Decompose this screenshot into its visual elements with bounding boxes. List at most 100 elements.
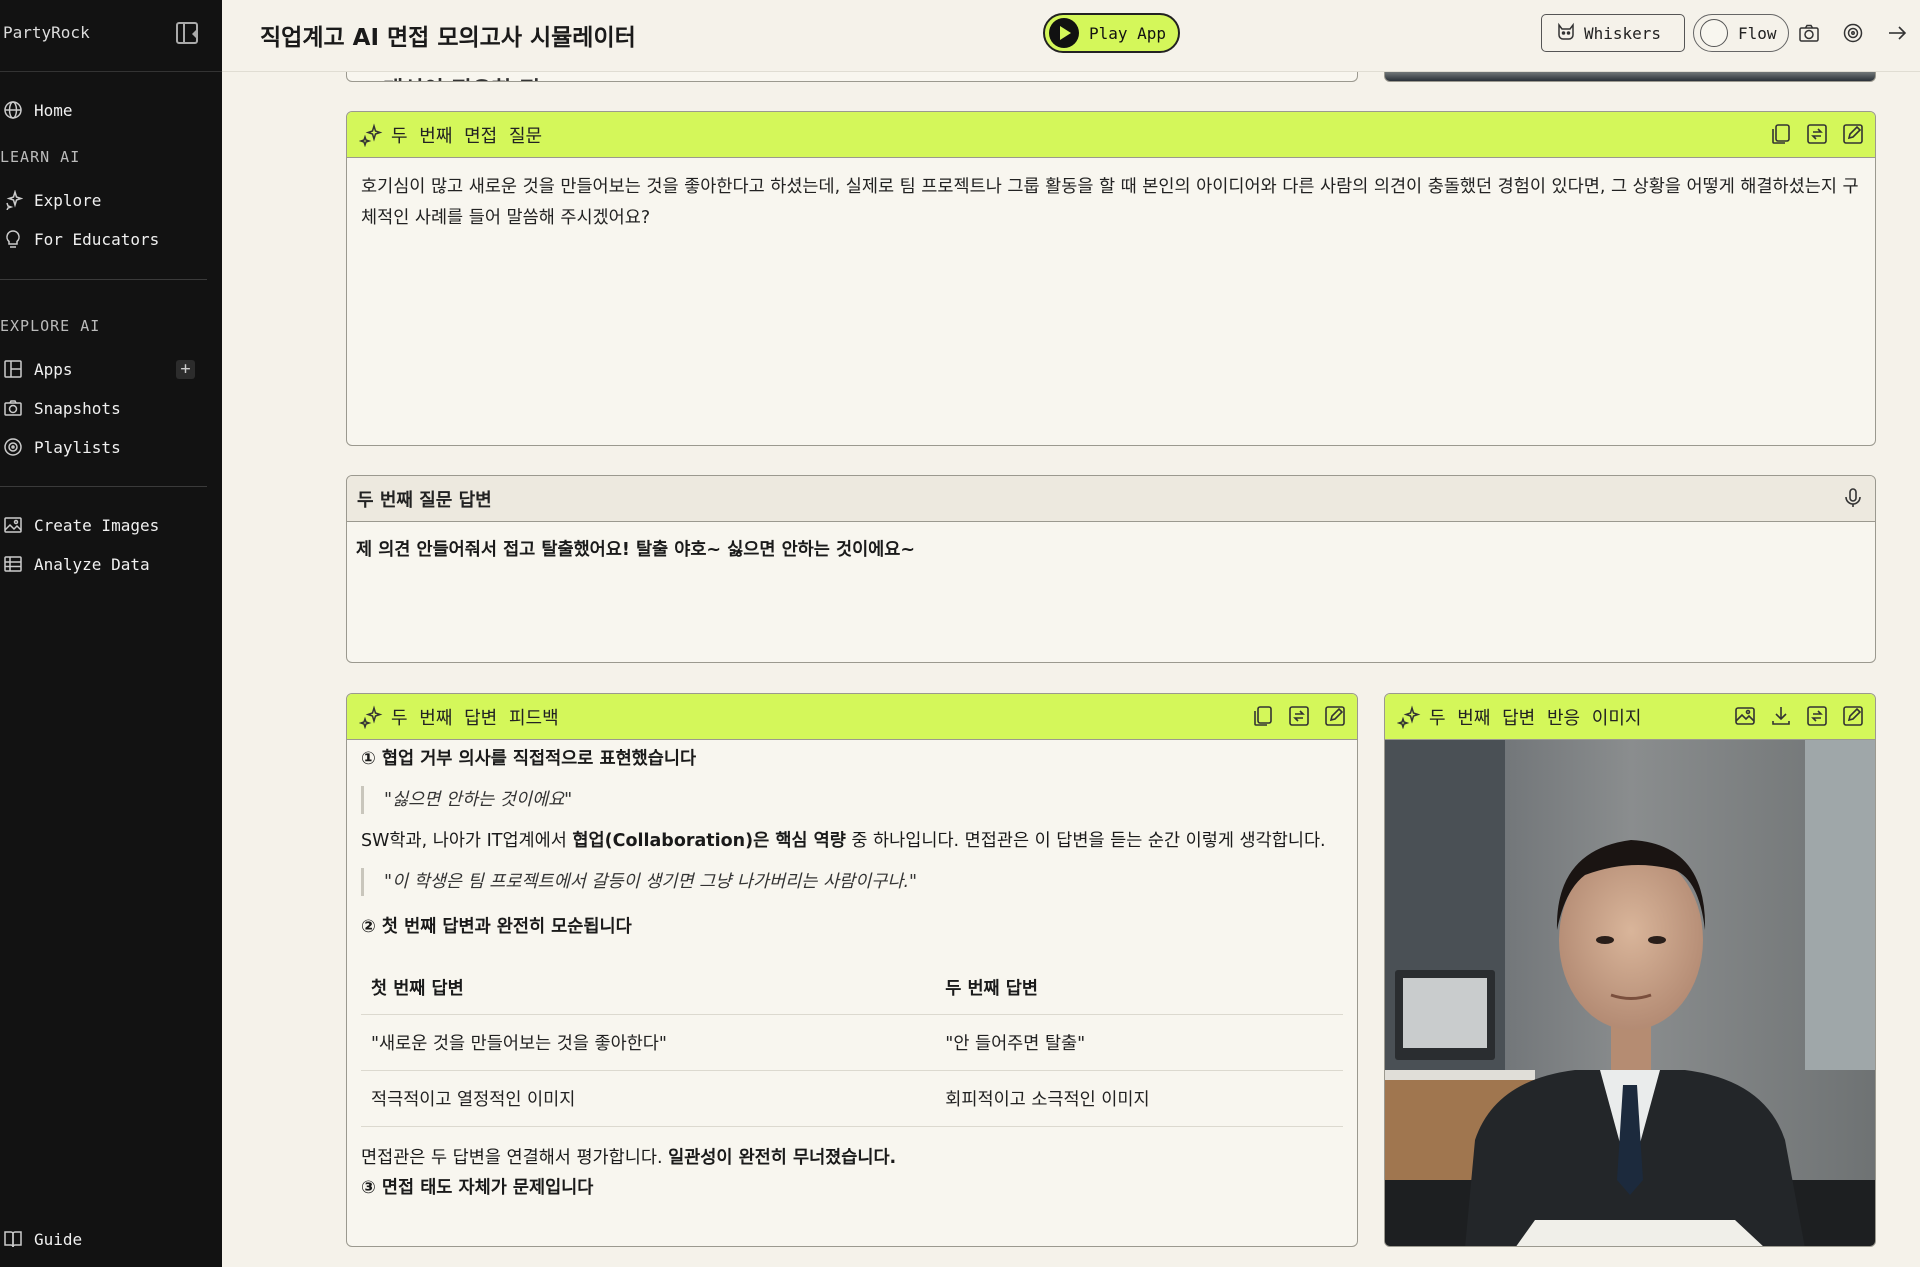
copy-icon[interactable] bbox=[1769, 122, 1793, 146]
sidebar-item-label: Analyze Data bbox=[34, 554, 150, 574]
sidebar-item-analyze-data[interactable]: Analyze Data bbox=[0, 550, 205, 578]
table-row: "새로운 것을 만들어보는 것을 좋아한다" "안 들어주면 탈출" bbox=[361, 1014, 1343, 1071]
table-cell: 적극적이고 열정적인 이미지 bbox=[361, 1070, 936, 1127]
whiskers-button[interactable]: Whiskers bbox=[1541, 14, 1685, 52]
image-sparkle-icon bbox=[2, 514, 24, 536]
download-icon[interactable] bbox=[1769, 704, 1793, 728]
sidebar-item-label: Playlists bbox=[34, 437, 121, 457]
edit-icon[interactable] bbox=[1841, 122, 1865, 146]
learn-ai-heading: LEARN AI bbox=[0, 148, 81, 166]
sidebar-divider bbox=[0, 71, 222, 72]
panel-actions bbox=[1251, 704, 1347, 728]
book-icon bbox=[2, 1228, 24, 1250]
regenerate-icon[interactable] bbox=[1805, 122, 1829, 146]
table-cell: "새로운 것을 만들어보는 것을 좋아한다" bbox=[361, 1014, 936, 1071]
text-bold: 협업(Collaboration)은 핵심 역량 bbox=[572, 831, 846, 851]
sidebar-item-label: Guide bbox=[34, 1229, 83, 1249]
sidebar-item-label: Home bbox=[34, 100, 73, 120]
panel-title: 두 번째 면접 질문 bbox=[391, 125, 543, 147]
panel-title: 두 번째 답변 반응 이미지 bbox=[1429, 707, 1642, 729]
text-span: 중 하나입니다. 면접관은 이 답변을 듣는 순간 이렇게 생각합니다. bbox=[845, 831, 1326, 851]
sidebar-divider bbox=[0, 486, 207, 487]
panel-header: 두 번째 질문 답변 bbox=[347, 476, 1875, 522]
sidebar-item-label: Apps bbox=[34, 359, 73, 379]
table-row: 적극적이고 열정적인 이미지 회피적이고 소극적인 이미지 bbox=[361, 1070, 1343, 1127]
sidebar-item-home[interactable]: Home bbox=[0, 96, 205, 124]
feedback-content: ① 협업 거부 의사를 직접적으로 표현했습니다 "싫으면 안하는 것이에요" … bbox=[347, 740, 1357, 1207]
play-icon bbox=[1049, 18, 1079, 48]
feedback-quote: "이 학생은 팀 프로젝트에서 갈등이 생기면 그냥 나가버리는 사람이구나." bbox=[361, 868, 1343, 896]
sidebar: PartyRock Home LEARN AI Explore For Educ… bbox=[0, 0, 222, 1267]
edit-icon[interactable] bbox=[1323, 704, 1347, 728]
sidebar-item-label: Explore bbox=[34, 190, 102, 210]
play-app-label: Play App bbox=[1089, 23, 1167, 43]
sparkle-icon bbox=[1396, 704, 1421, 729]
add-app-button[interactable]: + bbox=[176, 360, 195, 379]
lightbulb-icon bbox=[2, 228, 24, 250]
panel-actions bbox=[1841, 486, 1865, 510]
feedback-heading: ① 협업 거부 의사를 직접적으로 표현했습니다 bbox=[361, 749, 697, 769]
sidebar-item-playlists[interactable]: Playlists bbox=[0, 433, 205, 461]
play-app-button[interactable]: Play App bbox=[1043, 13, 1180, 53]
sidebar-item-snapshots[interactable]: Snapshots bbox=[0, 394, 205, 422]
feedback-paragraph: SW학과, 나아가 IT업계에서 협업(Collaboration)은 핵심 역… bbox=[361, 826, 1343, 856]
playlist-icon[interactable] bbox=[1842, 22, 1864, 44]
panel-actions bbox=[1733, 704, 1865, 728]
feedback-quote: "싫으면 안하는 것이에요" bbox=[361, 786, 1343, 814]
flow-label: Flow bbox=[1738, 23, 1777, 43]
sidebar-item-apps[interactable]: Apps bbox=[0, 355, 205, 383]
table-cell: "안 들어주면 탈출" bbox=[935, 1014, 1343, 1071]
collapse-sidebar-icon[interactable] bbox=[176, 22, 198, 44]
toggle-knob bbox=[1700, 19, 1728, 47]
sidebar-item-guide[interactable]: Guide bbox=[0, 1225, 205, 1253]
regenerate-icon[interactable] bbox=[1287, 704, 1311, 728]
answer-input[interactable]: 제 의견 안들어줘서 접고 탈출했어요! 탈출 야호~ 싫으면 안하는 것이에요… bbox=[347, 522, 1875, 575]
feedback-heading: ② 첫 번째 답변과 완전히 모순됩니다 bbox=[361, 917, 632, 937]
sidebar-item-label: Create Images bbox=[34, 515, 160, 535]
feedback-panel: 두 번째 답변 피드백 ① 협업 거부 의사를 직접적으로 표현했습니다 "싫으… bbox=[346, 693, 1358, 1247]
cat-icon bbox=[1556, 21, 1576, 45]
brand-logo[interactable]: PartyRock bbox=[3, 23, 90, 42]
layout-icon bbox=[2, 358, 24, 380]
whiskers-label: Whiskers bbox=[1584, 23, 1662, 43]
page-title: 직업계고 AI 면접 모의고사 시뮬레이터 bbox=[260, 25, 636, 51]
table-header: 첫 번째 답변 bbox=[361, 962, 936, 1015]
feedback-paragraph: 면접관은 두 답변을 연결해서 평가합니다. 일관성이 완전히 무너졌습니다. bbox=[361, 1143, 1343, 1173]
image-edit-icon[interactable] bbox=[1733, 704, 1757, 728]
sidebar-item-label: For Educators bbox=[34, 229, 160, 249]
flow-toggle[interactable]: Flow bbox=[1693, 14, 1789, 52]
comparison-table: 첫 번째 답변 두 번째 답변 "새로운 것을 만들어보는 것을 좋아한다" "… bbox=[361, 962, 1343, 1127]
sidebar-item-educators[interactable]: For Educators bbox=[0, 225, 205, 253]
table-cell: 회피적이고 소극적인 이미지 bbox=[935, 1070, 1343, 1127]
sidebar-item-explore[interactable]: Explore bbox=[0, 186, 205, 214]
copy-icon[interactable] bbox=[1251, 704, 1275, 728]
sparkle-icon bbox=[358, 704, 383, 729]
edit-icon[interactable] bbox=[1841, 704, 1865, 728]
camera-icon[interactable] bbox=[1798, 22, 1820, 44]
camera-icon bbox=[2, 397, 24, 419]
panel-title: 두 번째 답변 피드백 bbox=[391, 707, 559, 729]
sidebar-item-create-images[interactable]: Create Images bbox=[0, 511, 205, 539]
clipped-heading: 개선이 필요한 점 bbox=[383, 72, 540, 81]
table-icon bbox=[2, 553, 24, 575]
table-header: 두 번째 답변 bbox=[935, 962, 1343, 1015]
sparkle-icon bbox=[358, 122, 383, 147]
answer-panel: 두 번째 질문 답변 제 의견 안들어줘서 접고 탈출했어요! 탈출 야호~ 싫… bbox=[346, 475, 1876, 663]
panel-header: 두 번째 면접 질문 bbox=[347, 112, 1875, 158]
question-panel: 두 번째 면접 질문 호기심이 많고 새로운 것을 만들어보는 것을 좋아한다고… bbox=[346, 111, 1876, 446]
question-text: 호기심이 많고 새로운 것을 만들어보는 것을 좋아한다고 하셨는데, 실제로 … bbox=[361, 177, 1859, 228]
text-span: SW학과, 나아가 IT업계에서 bbox=[361, 831, 573, 851]
panel-title: 두 번째 질문 답변 bbox=[357, 489, 492, 511]
panel-header: 두 번째 답변 피드백 bbox=[347, 694, 1357, 740]
panel-actions bbox=[1769, 122, 1865, 146]
text-bold: 일관성이 완전히 무너졌습니다. bbox=[668, 1147, 897, 1168]
explore-ai-heading: EXPLORE AI bbox=[0, 317, 101, 335]
sidebar-item-label: Snapshots bbox=[34, 398, 121, 418]
regenerate-icon[interactable] bbox=[1805, 704, 1829, 728]
arrow-right-icon[interactable] bbox=[1886, 22, 1908, 44]
app-header: 직업계고 AI 면접 모의고사 시뮬레이터 Play App Whiskers … bbox=[222, 0, 1920, 72]
interviewer-photo bbox=[1385, 740, 1875, 1246]
playlist-icon bbox=[2, 436, 24, 458]
reaction-image-panel: 두 번째 답변 반응 이미지 bbox=[1384, 693, 1876, 1247]
microphone-icon[interactable] bbox=[1841, 486, 1865, 510]
